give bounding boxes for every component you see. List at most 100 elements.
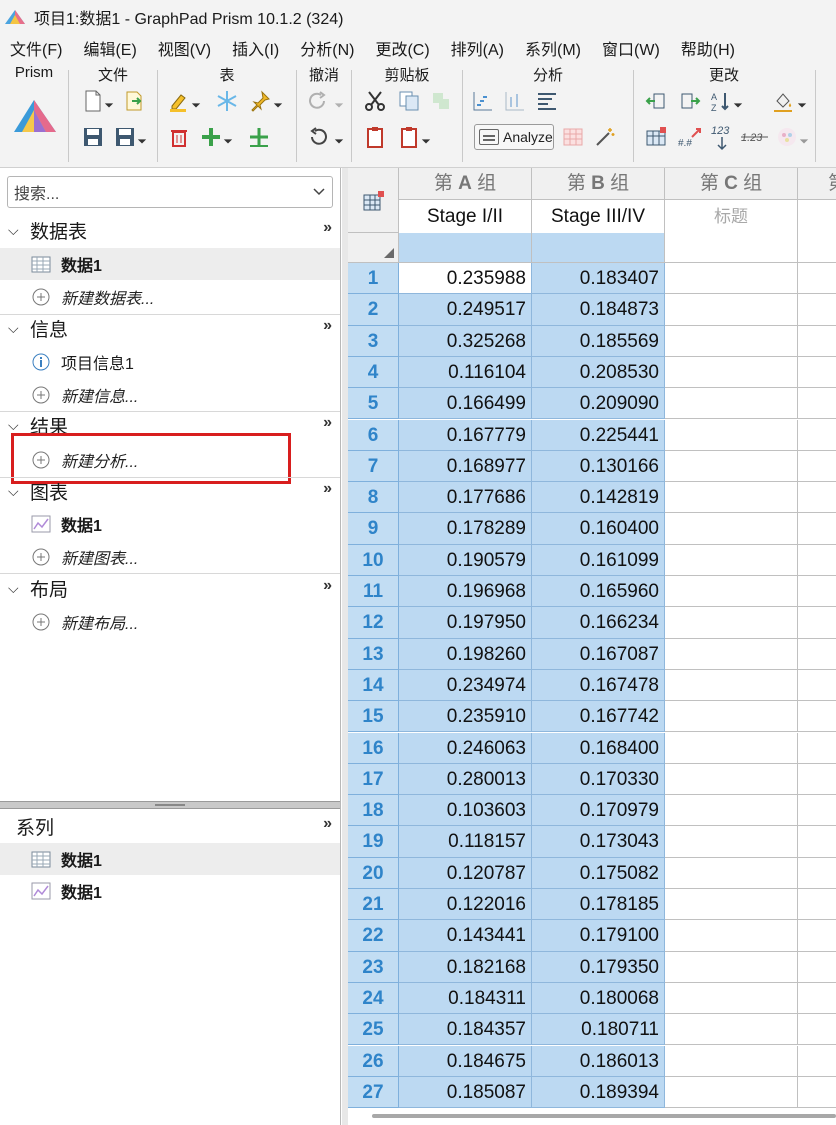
cell-empty[interactable] (798, 764, 836, 796)
insert-column-icon[interactable] (246, 124, 272, 150)
expand-more-icon[interactable]: » (323, 219, 332, 237)
decimal-places-icon[interactable]: 1.23 (740, 124, 770, 150)
expand-more-icon[interactable]: » (323, 815, 332, 833)
cell-stage-iii-iv[interactable]: 0.167742 (532, 701, 665, 733)
row-number[interactable]: 17 (348, 763, 399, 796)
cell-empty[interactable] (798, 326, 836, 357)
subcolumn-header-b[interactable] (532, 233, 665, 263)
cell-stage-i-ii[interactable]: 0.184675 (399, 1045, 532, 1077)
cell-empty[interactable] (665, 263, 798, 295)
row-number[interactable]: 9 (348, 513, 399, 545)
section-data-tables[interactable]: ⌵ 数据表 » (0, 213, 340, 247)
panel-splitter[interactable] (0, 801, 340, 809)
section-graphs[interactable]: ⌵ 图表 » (0, 474, 340, 508)
fill-color-icon[interactable] (770, 88, 796, 114)
cell-empty[interactable] (665, 388, 798, 420)
row-number[interactable]: 10 (348, 544, 399, 576)
cell-empty[interactable] (798, 294, 836, 326)
cell-stage-iii-iv[interactable]: 0.170330 (532, 763, 665, 796)
cell-empty[interactable] (665, 325, 798, 357)
cell-empty[interactable] (798, 607, 836, 639)
redo-icon[interactable] (305, 88, 331, 114)
cell-empty[interactable] (798, 482, 836, 514)
menu-analyze[interactable]: 分析(N) (300, 36, 354, 60)
cell-empty[interactable] (798, 576, 836, 608)
cell-stage-iii-iv[interactable]: 0.209090 (532, 388, 665, 420)
cell-stage-iii-iv[interactable]: 0.180711 (532, 1014, 665, 1046)
cell-stage-i-ii[interactable]: 0.166499 (399, 388, 532, 420)
cell-empty[interactable] (798, 701, 836, 733)
column-header-d[interactable]: 第 (798, 168, 836, 233)
row-number[interactable]: 5 (348, 388, 399, 420)
cell-empty[interactable] (665, 544, 798, 576)
expand-more-icon[interactable]: » (323, 317, 332, 335)
cell-stage-iii-iv[interactable]: 0.185569 (532, 325, 665, 357)
subcolumn-header-c[interactable] (665, 233, 798, 263)
cell-empty[interactable] (798, 1077, 836, 1109)
splitter-grip-icon[interactable] (155, 804, 185, 806)
cell-stage-i-ii[interactable]: 0.182168 (399, 951, 532, 983)
nav-item-graph[interactable]: 数据1 (0, 508, 340, 540)
chevron-down-icon[interactable] (796, 92, 808, 118)
row-number[interactable]: 18 (348, 795, 399, 827)
row-number[interactable]: 23 (348, 951, 399, 983)
cell-stage-i-ii[interactable]: 0.143441 (399, 920, 532, 952)
freeze-snowflake-icon[interactable] (214, 88, 240, 114)
chevron-down-icon[interactable] (732, 92, 744, 118)
undo-icon[interactable] (305, 124, 331, 150)
xy-analysis-icon[interactable] (470, 88, 496, 114)
menu-view[interactable]: 视图(V) (158, 36, 211, 60)
cell-empty[interactable] (798, 795, 836, 827)
cell-empty[interactable] (798, 889, 836, 921)
cell-empty[interactable] (665, 482, 798, 514)
row-number[interactable]: 2 (348, 294, 399, 326)
row-number[interactable]: 1 (348, 263, 399, 295)
expand-chevron-icon[interactable]: ⌵ (8, 483, 22, 500)
cell-empty[interactable] (798, 639, 836, 670)
menu-window[interactable]: 窗口(W) (602, 36, 660, 60)
row-number[interactable]: 19 (348, 826, 399, 858)
cell-empty[interactable] (798, 920, 836, 952)
row-number[interactable]: 26 (348, 1045, 399, 1077)
cell-stage-iii-iv[interactable]: 0.225441 (532, 419, 665, 451)
cell-empty[interactable] (798, 545, 836, 576)
family-item-data-table[interactable]: 数据1 (0, 843, 340, 875)
cell-empty[interactable] (665, 701, 798, 733)
expand-chevron-icon[interactable]: ⌵ (8, 222, 22, 239)
cell-stage-i-ii[interactable]: 0.120787 (399, 857, 532, 889)
cell-empty[interactable] (798, 826, 836, 858)
sheet-corner[interactable] (348, 168, 399, 233)
row-number[interactable]: 27 (348, 1076, 399, 1109)
expand-chevron-icon[interactable]: ⌵ (8, 417, 22, 434)
save-as-icon[interactable] (112, 124, 138, 150)
row-number[interactable]: 20 (348, 857, 399, 889)
chevron-down-icon[interactable] (103, 92, 115, 118)
copy-icon[interactable] (396, 88, 422, 114)
cell-stage-i-ii[interactable]: 0.116104 (399, 356, 532, 389)
cell-empty[interactable] (665, 1076, 798, 1109)
subcolumn-header-d[interactable] (798, 233, 836, 263)
chevron-down-icon[interactable] (190, 92, 202, 118)
cell-empty[interactable] (798, 388, 836, 420)
row-number[interactable]: 13 (348, 638, 399, 670)
column-title[interactable]: Stage III/IV (532, 200, 664, 233)
cell-stage-iii-iv[interactable]: 0.173043 (532, 826, 665, 858)
cell-empty[interactable] (665, 920, 798, 952)
cell-stage-iii-iv[interactable]: 0.161099 (532, 544, 665, 576)
row-number[interactable]: 25 (348, 1014, 399, 1046)
nav-item-new-data-table[interactable]: 新建数据表... (0, 281, 340, 313)
cell-empty[interactable] (798, 858, 836, 889)
add-plus-icon[interactable] (198, 124, 224, 150)
cell-stage-i-ii[interactable]: 0.185087 (399, 1076, 532, 1109)
row-number[interactable]: 24 (348, 982, 399, 1015)
cell-stage-i-ii[interactable]: 0.177686 (399, 482, 532, 514)
menu-edit[interactable]: 编辑(E) (83, 36, 136, 60)
cell-empty[interactable] (665, 951, 798, 983)
subcolumn-header-a[interactable] (399, 233, 532, 263)
delete-trash-icon[interactable] (166, 124, 192, 150)
cell-empty[interactable] (665, 419, 798, 451)
cell-empty[interactable] (798, 1046, 836, 1077)
move-right-icon[interactable] (677, 88, 703, 114)
cell-empty[interactable] (798, 420, 836, 451)
chevron-down-icon[interactable] (333, 128, 345, 154)
